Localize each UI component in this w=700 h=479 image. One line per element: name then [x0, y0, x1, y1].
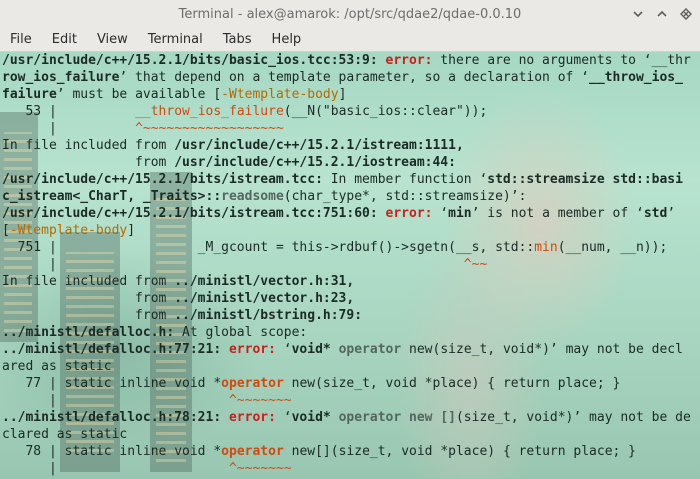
- menu-bar: File Edit View Terminal Tabs Help: [0, 28, 700, 52]
- log-line: 53 | __throw_ios_failure(__N("basic_ios:…: [2, 104, 488, 119]
- scrollbar[interactable]: [694, 52, 700, 479]
- minimize-icon: [633, 11, 643, 18]
- log-line: from /usr/include/c++/15.2.1/iostream:44…: [2, 155, 456, 170]
- log-line: ../ministl/defalloc.h:78:21: error: ‘voi…: [2, 410, 691, 425]
- maximize-button[interactable]: [654, 6, 670, 22]
- close-button[interactable]: [678, 6, 694, 22]
- maximize-icon: [657, 10, 667, 17]
- terminal-window: Terminal - alex@amarok: /opt/src/qdae2/q…: [0, 0, 700, 479]
- log-line: 78 | static inline void *operator new[](…: [2, 444, 636, 459]
- log-line: /usr/include/c++/15.2.1/bits/basic_ios.t…: [2, 53, 691, 68]
- log-line: ../ministl/defalloc.h: At global scope:: [2, 325, 308, 340]
- minimize-button[interactable]: [630, 6, 646, 22]
- log-line: from ../ministl/vector.h:23,: [2, 291, 355, 306]
- log-line: c_istream<_CharT, _Traits>::readsome(cha…: [2, 189, 527, 204]
- log-line: In file included from /usr/include/c++/1…: [2, 138, 464, 153]
- window-title: Terminal - alex@amarok: /opt/src/qdae2/q…: [178, 6, 522, 22]
- terminal-output[interactable]: /usr/include/c++/15.2.1/bits/basic_ios.t…: [0, 52, 700, 479]
- log-line: /usr/include/c++/15.2.1/bits/istream.tcc…: [2, 172, 683, 187]
- log-line: | ^~~~~~~~: [2, 461, 292, 476]
- menu-help[interactable]: Help: [262, 28, 312, 51]
- log-line: | ^~~~~~~~: [2, 393, 292, 408]
- log-line: In file included from ../ministl/vector.…: [2, 274, 355, 289]
- log-line: /usr/include/c++/15.2.1/bits/istream.tcc…: [2, 206, 676, 221]
- menu-terminal[interactable]: Terminal: [138, 28, 213, 51]
- compiler-log: /usr/include/c++/15.2.1/bits/basic_ios.t…: [0, 52, 700, 477]
- log-line: ared as static: [2, 359, 112, 374]
- log-line: | ^~~: [2, 257, 488, 272]
- menu-view[interactable]: View: [87, 28, 138, 51]
- log-line: | ^~~~~~~~~~~~~~~~~~~: [2, 121, 284, 136]
- log-line: from ../ministl/bstring.h:79:: [2, 308, 363, 323]
- menu-tabs[interactable]: Tabs: [213, 28, 262, 51]
- window-controls: [630, 0, 694, 28]
- log-line: ../ministl/defalloc.h:77:21: error: ‘voi…: [2, 342, 683, 357]
- menu-file[interactable]: File: [0, 28, 42, 51]
- title-bar[interactable]: Terminal - alex@amarok: /opt/src/qdae2/q…: [0, 0, 700, 28]
- log-line: [-Wtemplate-body]: [2, 223, 136, 238]
- log-line: 751 | _M_gcount = this->rdbuf()->sgetn(_…: [2, 240, 668, 255]
- menu-edit[interactable]: Edit: [42, 28, 87, 51]
- log-line: failure’ must be available [-Wtemplate-b…: [2, 87, 347, 102]
- log-line: 77 | static inline void *operator new(si…: [2, 376, 621, 391]
- close-icon: [680, 8, 692, 20]
- log-line: clared as static: [2, 427, 128, 442]
- log-line: row_ios_failure’ that depend on a templa…: [2, 70, 683, 85]
